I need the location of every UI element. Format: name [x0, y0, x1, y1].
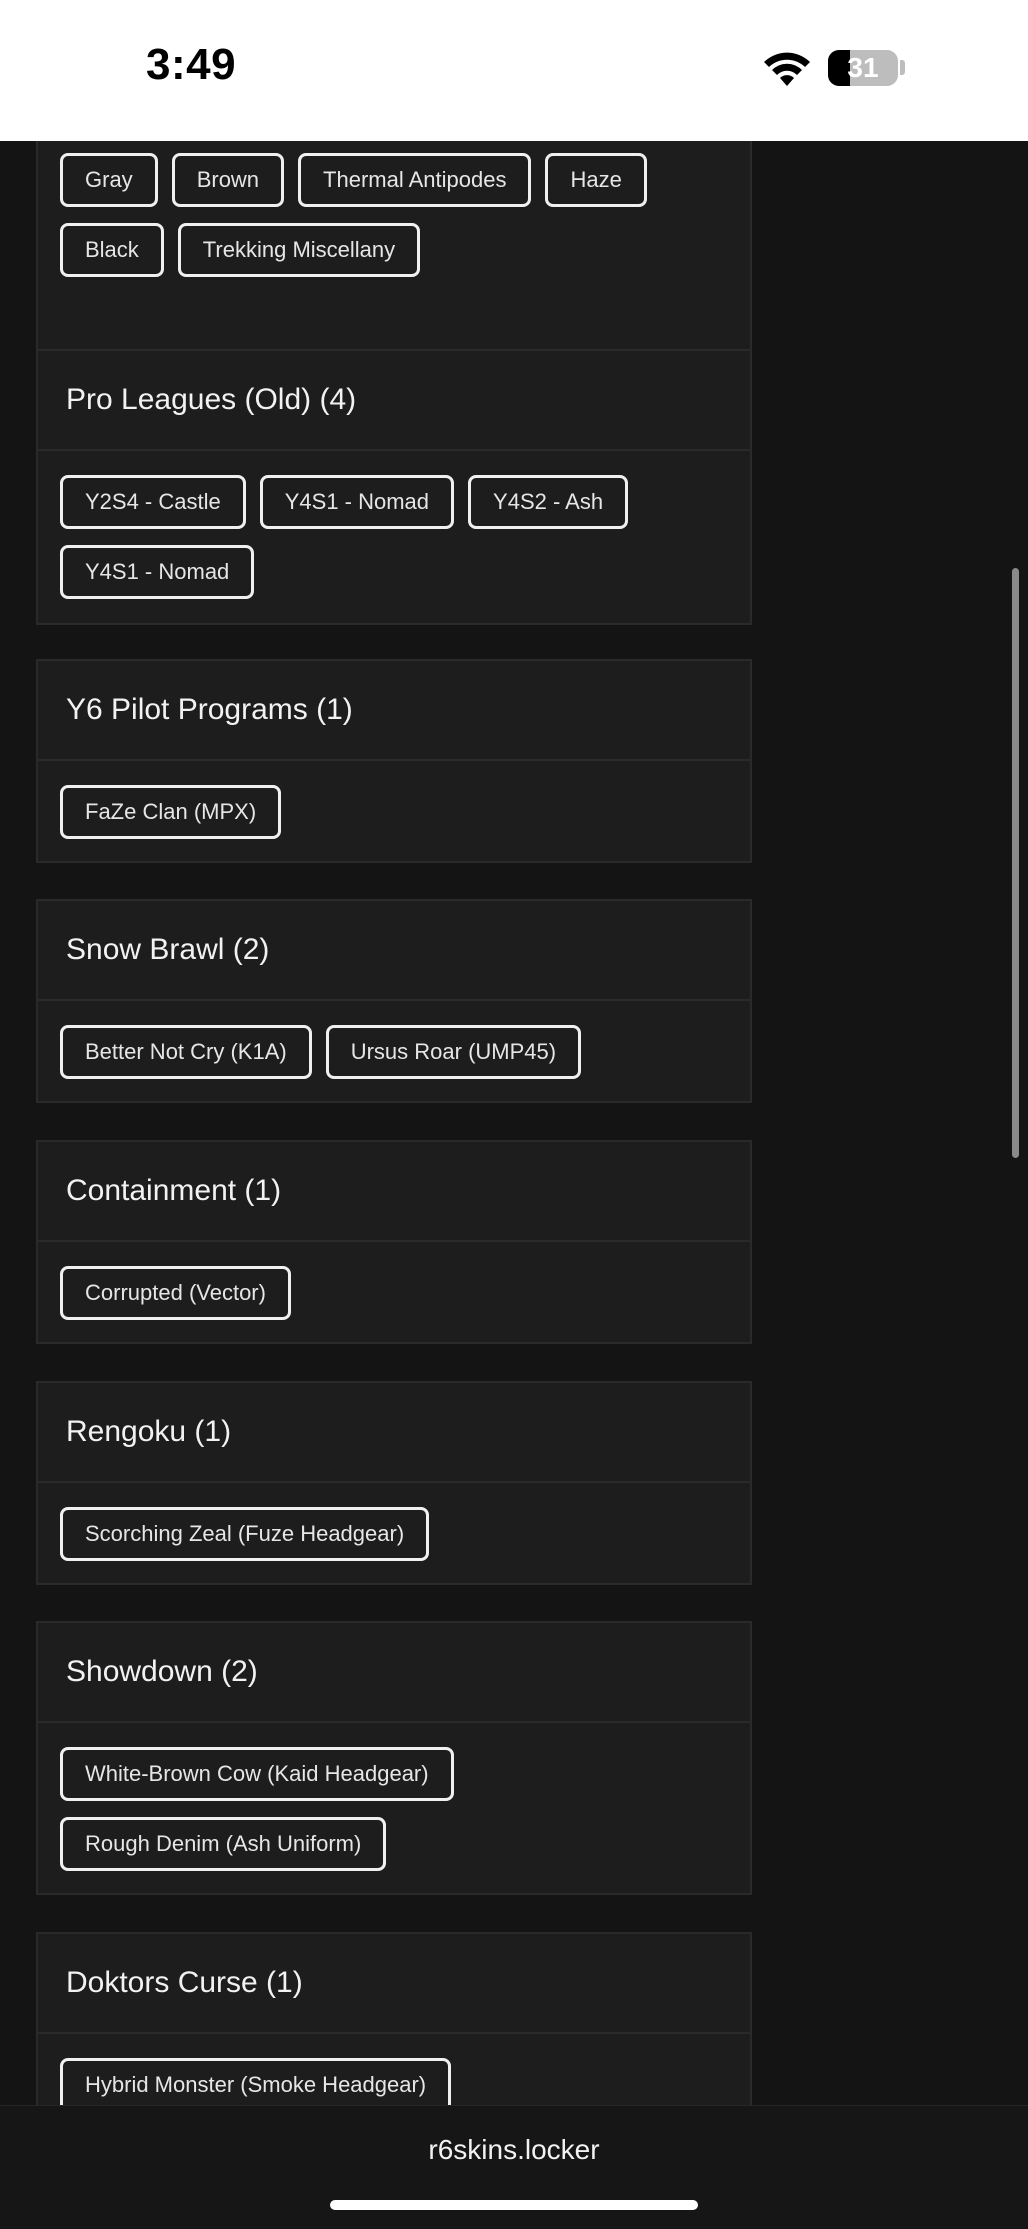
section-panel-rengoku: Rengoku (1) Scorching Zeal (Fuze Headgea… [36, 1381, 752, 1585]
battery-level: 31 [847, 52, 879, 83]
scrollbar-thumb[interactable] [1012, 568, 1019, 1158]
section-title: Y6 Pilot Programs (1) [38, 661, 750, 761]
battery-tip [900, 60, 905, 75]
tag-chip[interactable]: FaZe Clan (MPX) [60, 785, 282, 839]
tag-chip[interactable]: Scorching Zeal (Fuze Headgear) [60, 1507, 430, 1561]
tag-chip[interactable]: Y2S4 - Castle [60, 475, 246, 529]
page-content[interactable]: Gray Brown Thermal Antipodes Haze Black … [0, 141, 1028, 2105]
browser-bottom-bar: r6skins.locker [0, 2105, 1028, 2229]
address-bar-url[interactable]: r6skins.locker [0, 2134, 1028, 2166]
section-panel-containment: Containment (1) Corrupted (Vector) [36, 1140, 752, 1344]
tag-chip[interactable]: Brown [171, 153, 285, 207]
tag-chip[interactable]: Gray [60, 153, 158, 207]
tag-chip[interactable]: Rough Denim (Ash Uniform) [60, 1817, 387, 1871]
tag-chip[interactable]: Hybrid Monster (Smoke Headgear) [60, 2058, 452, 2105]
home-indicator[interactable] [330, 2200, 698, 2210]
status-bar: 3:49 31 [0, 0, 1028, 141]
section-title: Rengoku (1) [38, 1383, 750, 1483]
tag-chip[interactable]: Better Not Cry (K1A) [60, 1025, 312, 1079]
tag-chip[interactable]: Y4S2 - Ash [468, 475, 629, 529]
section-title: Showdown (2) [38, 1623, 750, 1723]
tag-chip[interactable]: Haze [545, 153, 647, 207]
tag-chip[interactable]: Trekking Miscellany [177, 223, 421, 277]
wifi-icon [764, 52, 810, 86]
section-panel-pro-leagues: Pro Leagues (Old) (4) Y2S4 - Castle Y4S1… [36, 349, 752, 625]
tag-chip[interactable]: Y4S1 - Nomad [60, 545, 255, 599]
tag-chip[interactable]: Ursus Roar (UMP45) [325, 1025, 582, 1079]
section-panel-y6-pilot: Y6 Pilot Programs (1) FaZe Clan (MPX) [36, 659, 752, 863]
section-title: Snow Brawl (2) [38, 901, 750, 1001]
section-panel-snow-brawl: Snow Brawl (2) Better Not Cry (K1A) Ursu… [36, 899, 752, 1103]
section-panel-showdown: Showdown (2) White-Brown Cow (Kaid Headg… [36, 1621, 752, 1895]
tag-chip[interactable]: Corrupted (Vector) [60, 1266, 291, 1320]
section-panel-doktors-curse: Doktors Curse (1) Hybrid Monster (Smoke … [36, 1932, 752, 2105]
tag-chip[interactable]: Black [60, 223, 164, 277]
tag-chip[interactable]: Thermal Antipodes [298, 153, 532, 207]
battery-icon: 31 [828, 50, 898, 86]
section-title: Doktors Curse (1) [38, 1934, 750, 2034]
section-title: Pro Leagues (Old) (4) [38, 351, 750, 451]
tag-chip[interactable]: White-Brown Cow (Kaid Headgear) [60, 1747, 454, 1801]
status-time: 3:49 [146, 40, 237, 89]
tag-chip[interactable]: Y4S1 - Nomad [259, 475, 455, 529]
section-title: Containment (1) [38, 1142, 750, 1242]
